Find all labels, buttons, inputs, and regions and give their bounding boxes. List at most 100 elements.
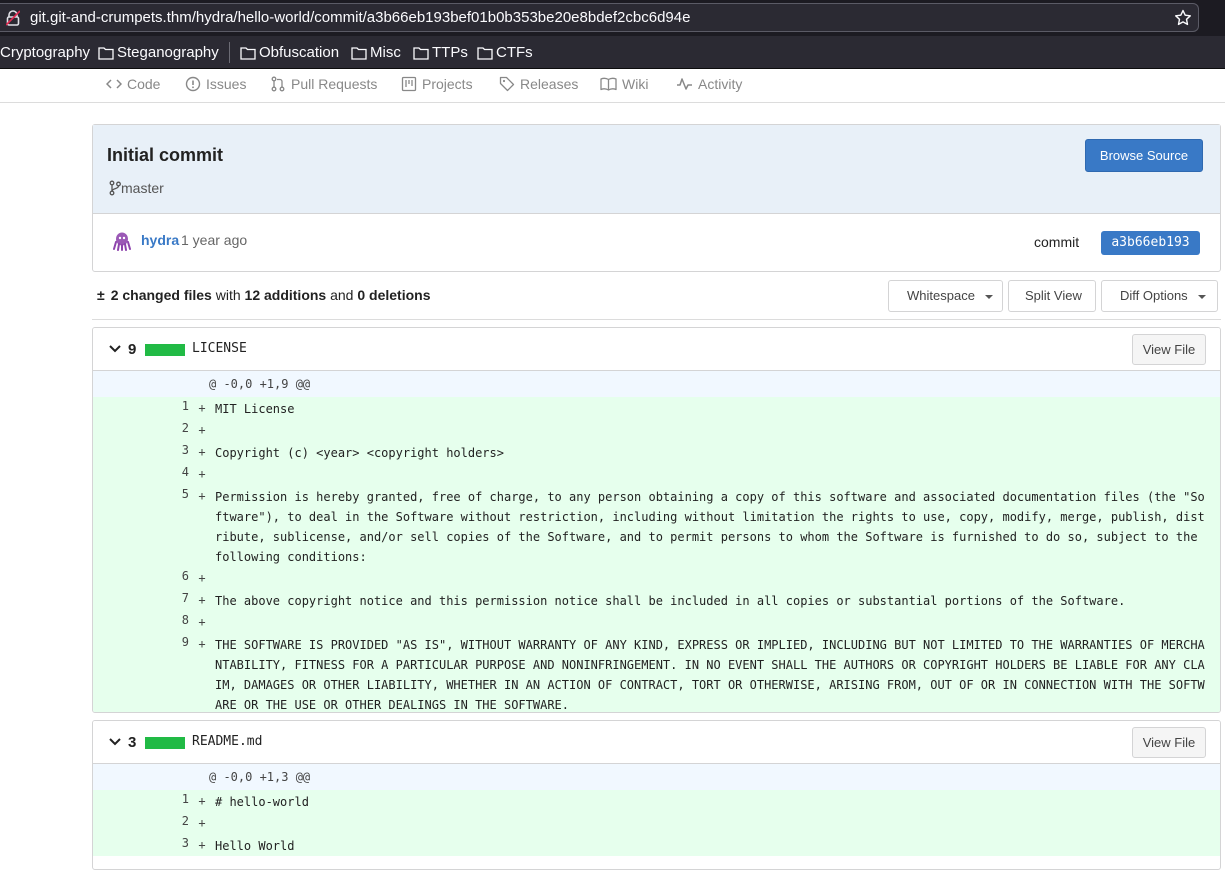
line-number[interactable]: 1 [93, 397, 189, 419]
file-name: LICENSE [192, 341, 247, 356]
diff-options-dropdown[interactable]: Diff Options [1101, 280, 1218, 312]
diff-lines: 1 + MIT License 2 +3 + Copyright (c) <year> <c… [93, 397, 1220, 712]
code-icon [106, 79, 122, 89]
file-name: README.md [192, 734, 263, 749]
line-code: MIT License [215, 402, 295, 416]
folder-icon [477, 46, 493, 60]
divider [92, 319, 1221, 320]
line-number[interactable]: 2 [93, 419, 189, 441]
bookmark-misc[interactable]: Misc [351, 44, 401, 61]
url-text: git.git-and-crumpets.thm/hydra/hello-wor… [30, 9, 691, 26]
file-diff-license: 9 LICENSE View File @ -0,0 +1,9 @@ 1 + MIT… [92, 327, 1221, 713]
line-number[interactable]: 6 [93, 567, 189, 589]
diff-lines: 1 + # hello-world 2 +3 + Hello World [93, 790, 1220, 856]
diff-line: 4 + [93, 463, 1220, 485]
change-count: 3 [128, 734, 137, 751]
commit-sha-badge[interactable]: a3b66eb193 [1101, 231, 1200, 255]
line-code: # hello-world [215, 795, 309, 809]
bookmark-obfuscation[interactable]: Obfuscation [240, 44, 339, 61]
issue-icon [185, 76, 201, 92]
chevron-down-icon[interactable] [109, 737, 121, 747]
project-icon [401, 76, 417, 92]
line-code: Copyright (c) <year> <copyright holders> [215, 446, 504, 460]
line-code: Hello World [215, 839, 295, 853]
line-number[interactable]: 8 [93, 611, 189, 633]
change-count: 9 [128, 341, 137, 358]
commit-header: Initial commit master Browse Source hydr… [92, 124, 1221, 272]
line-code [215, 611, 1211, 633]
avatar[interactable] [112, 231, 132, 251]
view-file-button[interactable]: View File [1132, 727, 1206, 758]
lock-icon [6, 10, 20, 26]
repo-nav: Code Issues Pull Requests Projects Relea… [0, 69, 1225, 103]
author-link[interactable]: hydra [141, 232, 179, 248]
folder-icon [413, 46, 429, 60]
diff-line: 5 + Permission is hereby granted, free of … [93, 485, 1220, 567]
star-icon[interactable] [1174, 9, 1192, 27]
bookmark-separator [229, 42, 230, 63]
line-number[interactable]: 1 [93, 790, 189, 812]
diff-line: 3 + Hello World [93, 834, 1220, 856]
diff-line: 2 + [93, 419, 1220, 441]
file-header: 3 README.md View File [93, 721, 1220, 764]
split-view-button[interactable]: Split View [1008, 280, 1096, 312]
commit-title: Initial commit [107, 145, 224, 165]
diff-line: 6 + [93, 567, 1220, 589]
additions-bar [145, 737, 185, 749]
bookmark-steganography[interactable]: Steganography [98, 44, 219, 61]
tab-projects[interactable]: Projects [401, 76, 473, 92]
line-number[interactable]: 3 [93, 834, 189, 856]
line-code: Permission is hereby granted, free of ch… [215, 490, 1205, 564]
diff-sign: + [198, 467, 206, 481]
caret-down-icon [984, 294, 993, 299]
line-code [215, 567, 1211, 589]
diff-line: 2 + [93, 812, 1220, 834]
whitespace-dropdown[interactable]: Whitespace [888, 280, 1003, 312]
bookmark-cryptography[interactable]: Cryptography [0, 44, 90, 61]
bookmarks-bar: Cryptography Steganography Obfuscation M… [0, 36, 1225, 69]
line-code: The above copyright notice and this perm… [215, 594, 1126, 608]
line-number[interactable]: 5 [93, 485, 189, 567]
tab-pull-requests[interactable]: Pull Requests [270, 76, 377, 92]
book-icon [600, 77, 617, 91]
diff-sign: + [198, 593, 206, 607]
view-file-button[interactable]: View File [1132, 334, 1206, 365]
tab-issues[interactable]: Issues [185, 76, 246, 92]
branch-icon [109, 180, 121, 196]
line-code [215, 419, 1211, 441]
line-code [215, 812, 1211, 834]
diff-sign: + [198, 401, 206, 415]
pull-request-icon [271, 76, 285, 92]
line-code: THE SOFTWARE IS PROVIDED "AS IS", WITHOU… [215, 638, 1205, 712]
line-code [215, 463, 1211, 485]
file-header: 9 LICENSE View File [93, 328, 1220, 371]
line-number[interactable]: 2 [93, 812, 189, 834]
file-diff-readme: 3 README.md View File @ -0,0 +1,3 @@ 1 + #… [92, 720, 1221, 870]
line-number[interactable]: 7 [93, 589, 189, 611]
url-field[interactable]: git.git-and-crumpets.thm/hydra/hello-wor… [0, 3, 1199, 32]
browse-source-button[interactable]: Browse Source [1085, 139, 1203, 172]
chevron-down-icon[interactable] [109, 344, 121, 354]
diff-sign: + [198, 445, 206, 459]
hunk-header: @ -0,0 +1,3 @@ [93, 764, 1220, 790]
line-number[interactable]: 3 [93, 441, 189, 463]
tab-activity[interactable]: Activity [676, 76, 742, 92]
commit-time: 1 year ago [181, 232, 248, 248]
diff-line: 7 + The above copyright notice and this pe… [93, 589, 1220, 611]
tab-wiki[interactable]: Wiki [600, 76, 648, 92]
diff-line: 1 + MIT License [93, 397, 1220, 419]
folder-icon [240, 46, 256, 60]
bookmark-ttps[interactable]: TTPs [413, 44, 468, 61]
diff-line: 8 + [93, 611, 1220, 633]
commit-label: commit [1034, 234, 1080, 250]
line-number[interactable]: 4 [93, 463, 189, 485]
diff-stats: ±2 changed files with 12 additions and 0… [97, 287, 431, 303]
diff-sign: + [198, 637, 206, 651]
tab-releases[interactable]: Releases [499, 76, 578, 92]
additions-bar [145, 344, 185, 356]
folder-icon [351, 46, 367, 60]
tab-code[interactable]: Code [106, 76, 160, 92]
line-number[interactable]: 9 [93, 633, 189, 712]
bookmark-ctfs[interactable]: CTFs [477, 44, 533, 61]
diff-sign: + [198, 423, 206, 437]
